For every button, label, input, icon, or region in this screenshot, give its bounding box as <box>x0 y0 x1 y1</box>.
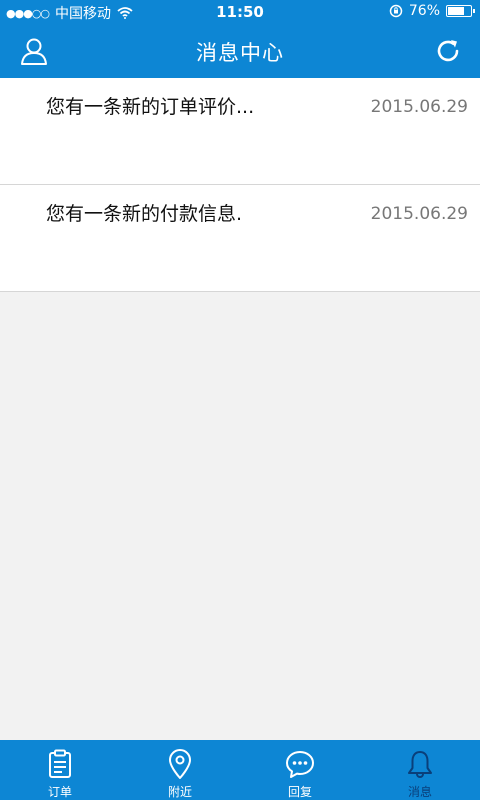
status-bar: ●●●○○ 中国移动 11:50 76% <box>0 0 480 24</box>
page-title: 消息中心 <box>196 41 284 65</box>
tab-reply[interactable]: 回复 <box>240 740 360 800</box>
tab-bar: 订单 附近 回复 消息 <box>0 740 480 800</box>
clipboard-icon <box>49 749 71 778</box>
tab-label: 订单 <box>47 785 72 799</box>
refresh-icon <box>437 40 459 62</box>
tab-label: 附近 <box>167 785 192 799</box>
message-text: 您有一条新的订单评价... <box>46 96 255 118</box>
tab-label: 消息 <box>407 785 432 799</box>
message-date: 2015.06.29 <box>370 204 468 224</box>
battery-fill <box>448 7 464 15</box>
bell-icon <box>408 751 432 778</box>
message-date: 2015.06.29 <box>370 97 468 117</box>
status-right: 76% <box>389 3 475 19</box>
battery-icon <box>446 5 475 17</box>
tab-messages[interactable]: 消息 <box>360 740 480 800</box>
location-pin-icon <box>169 749 191 779</box>
refresh-button[interactable] <box>432 35 464 67</box>
list-item[interactable]: 您有一条新的订单评价... 2015.06.29 <box>0 78 480 185</box>
message-list: 您有一条新的订单评价... 2015.06.29 您有一条新的付款信息. 201… <box>0 78 480 292</box>
chat-bubble-icon <box>286 751 314 778</box>
tab-orders[interactable]: 订单 <box>0 740 120 800</box>
tab-label: 回复 <box>287 785 312 799</box>
nav-bar: 消息中心 <box>0 24 480 78</box>
message-text: 您有一条新的付款信息. <box>46 203 243 225</box>
battery-percent: 76% <box>408 3 440 19</box>
tab-nearby[interactable]: 附近 <box>120 740 240 800</box>
orientation-lock-icon <box>389 4 403 18</box>
list-item[interactable]: 您有一条新的付款信息. 2015.06.29 <box>0 185 480 292</box>
